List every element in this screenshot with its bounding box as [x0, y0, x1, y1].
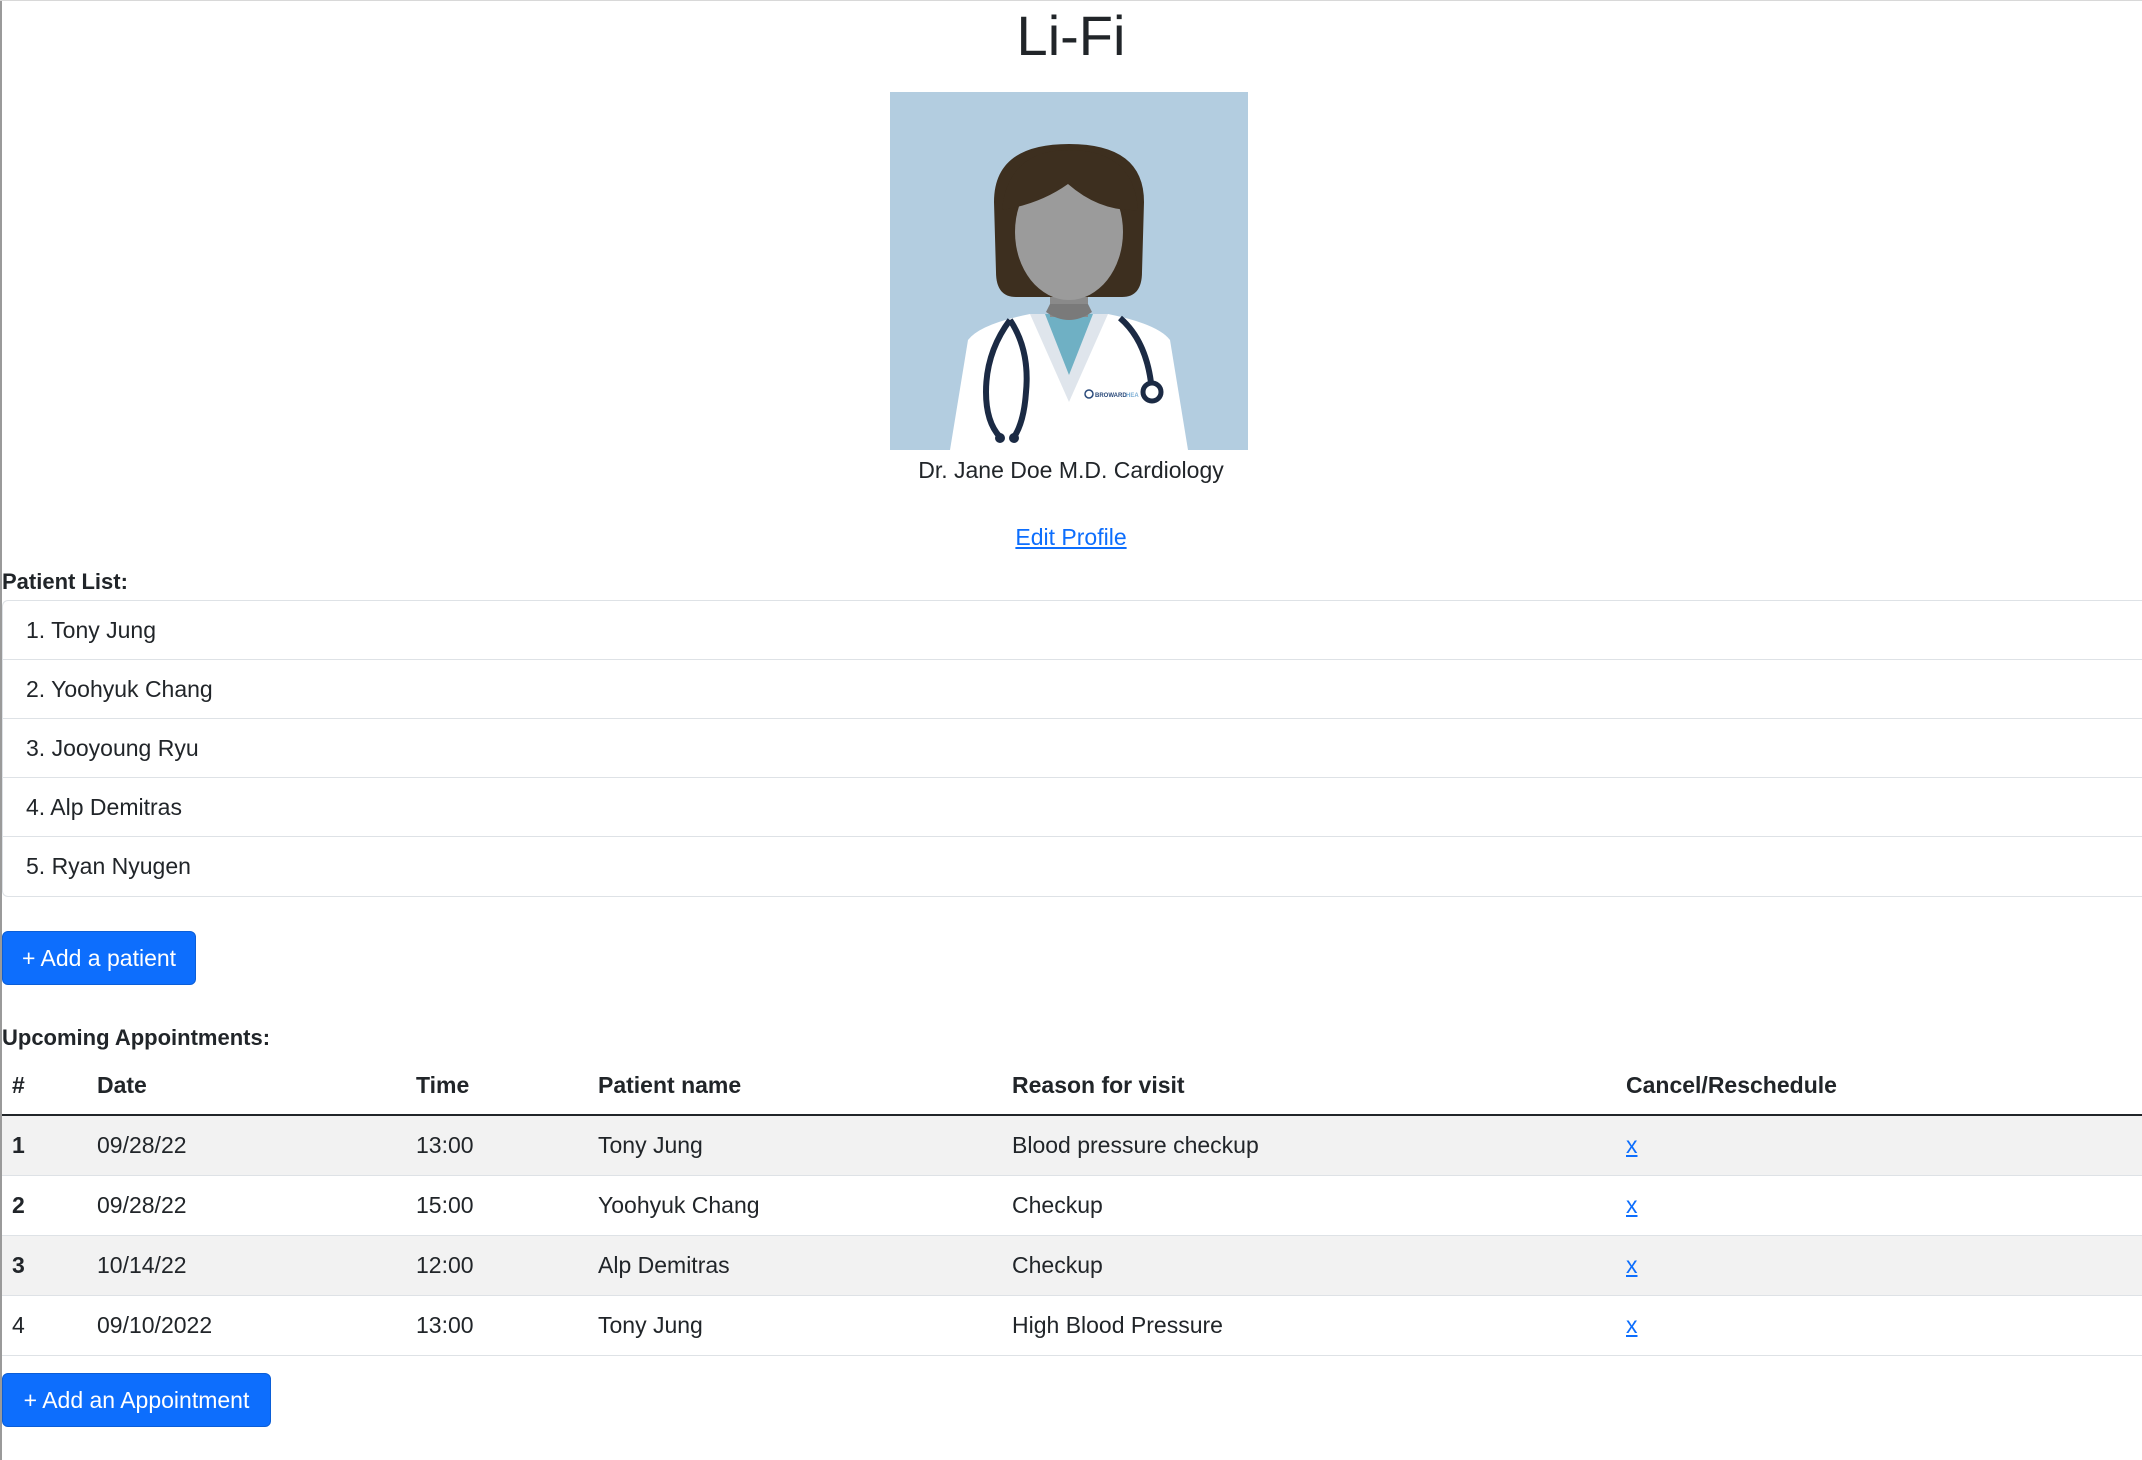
table-row: 3 10/14/22 12:00 Alp Demitras Checkup x [2, 1235, 2142, 1296]
row-reason: Checkup [1002, 1175, 1616, 1236]
column-header-reason: Reason for visit [1002, 1056, 1616, 1116]
edit-profile-link[interactable]: Edit Profile [1015, 524, 1126, 550]
patient-list: 1. Tony Jung 2. Yoohyuk Chang 3. Jooyoun… [2, 600, 2142, 897]
row-patient-name: Yoohyuk Chang [588, 1175, 1002, 1236]
add-patient-button[interactable]: + Add a patient [2, 931, 196, 985]
row-number: 1 [2, 1115, 87, 1176]
row-action-cell: x [1616, 1235, 2142, 1296]
patient-list-item[interactable]: 2. Yoohyuk Chang [3, 660, 2142, 719]
patient-list-item[interactable]: 1. Tony Jung [3, 601, 2142, 660]
table-header-row: # Date Time Patient name Reason for visi… [2, 1056, 2142, 1116]
svg-text:BROWARD: BROWARD [1095, 393, 1127, 399]
row-date: 09/28/22 [87, 1175, 406, 1236]
table-row: 4 09/10/2022 13:00 Tony Jung High Blood … [2, 1295, 2142, 1356]
column-header-cancel-reschedule: Cancel/Reschedule [1616, 1056, 2142, 1116]
doctor-name: Dr. Jane Doe M.D. Cardiology [918, 457, 1224, 483]
column-header-time: Time [406, 1056, 588, 1116]
row-patient-name: Tony Jung [588, 1115, 1002, 1176]
edit-profile-row: Edit Profile [0, 522, 2142, 552]
svg-text:HEA: HEA [1126, 393, 1139, 399]
table-row: 1 09/28/22 13:00 Tony Jung Blood pressur… [2, 1115, 2142, 1176]
row-number: 2 [2, 1175, 87, 1236]
row-time: 12:00 [406, 1235, 588, 1296]
patient-list-item[interactable]: 5. Ryan Nyugen [3, 837, 2142, 896]
row-action-cell: x [1616, 1295, 2142, 1356]
table-row: 2 09/28/22 15:00 Yoohyuk Chang Checkup x [2, 1175, 2142, 1236]
cancel-appointment-link[interactable]: x [1626, 1132, 1638, 1158]
row-reason: High Blood Pressure [1002, 1295, 1616, 1356]
row-reason: Blood pressure checkup [1002, 1115, 1616, 1176]
row-time: 15:00 [406, 1175, 588, 1236]
row-time: 13:00 [406, 1115, 588, 1176]
column-header-number: # [2, 1056, 87, 1116]
column-header-date: Date [87, 1056, 406, 1116]
row-number: 3 [2, 1235, 87, 1296]
appointments-heading: Upcoming Appointments: [2, 1025, 271, 1050]
row-reason: Checkup [1002, 1235, 1616, 1296]
row-action-cell: x [1616, 1175, 2142, 1236]
cancel-appointment-link[interactable]: x [1626, 1252, 1638, 1278]
row-number: 4 [2, 1295, 87, 1356]
patient-list-heading: Patient List: [2, 569, 128, 594]
row-date: 09/28/22 [87, 1115, 406, 1176]
row-time: 13:00 [406, 1295, 588, 1356]
add-appointment-button[interactable]: + Add an Appointment [2, 1373, 271, 1427]
row-action-cell: x [1616, 1115, 2142, 1176]
row-patient-name: Alp Demitras [588, 1235, 1002, 1296]
patient-list-item[interactable]: 4. Alp Demitras [3, 778, 2142, 837]
cancel-appointment-link[interactable]: x [1626, 1312, 1638, 1338]
appointments-table: # Date Time Patient name Reason for visi… [2, 1056, 2142, 1356]
cancel-appointment-link[interactable]: x [1626, 1192, 1638, 1218]
patient-list-item[interactable]: 3. Jooyoung Ryu [3, 719, 2142, 778]
row-patient-name: Tony Jung [588, 1295, 1002, 1356]
app-title: Li-Fi [1016, 4, 1126, 67]
row-date: 10/14/22 [87, 1235, 406, 1296]
column-header-patient-name: Patient name [588, 1056, 1002, 1116]
row-date: 09/10/2022 [87, 1295, 406, 1356]
doctor-avatar: BROWARD HEA [890, 92, 1248, 450]
